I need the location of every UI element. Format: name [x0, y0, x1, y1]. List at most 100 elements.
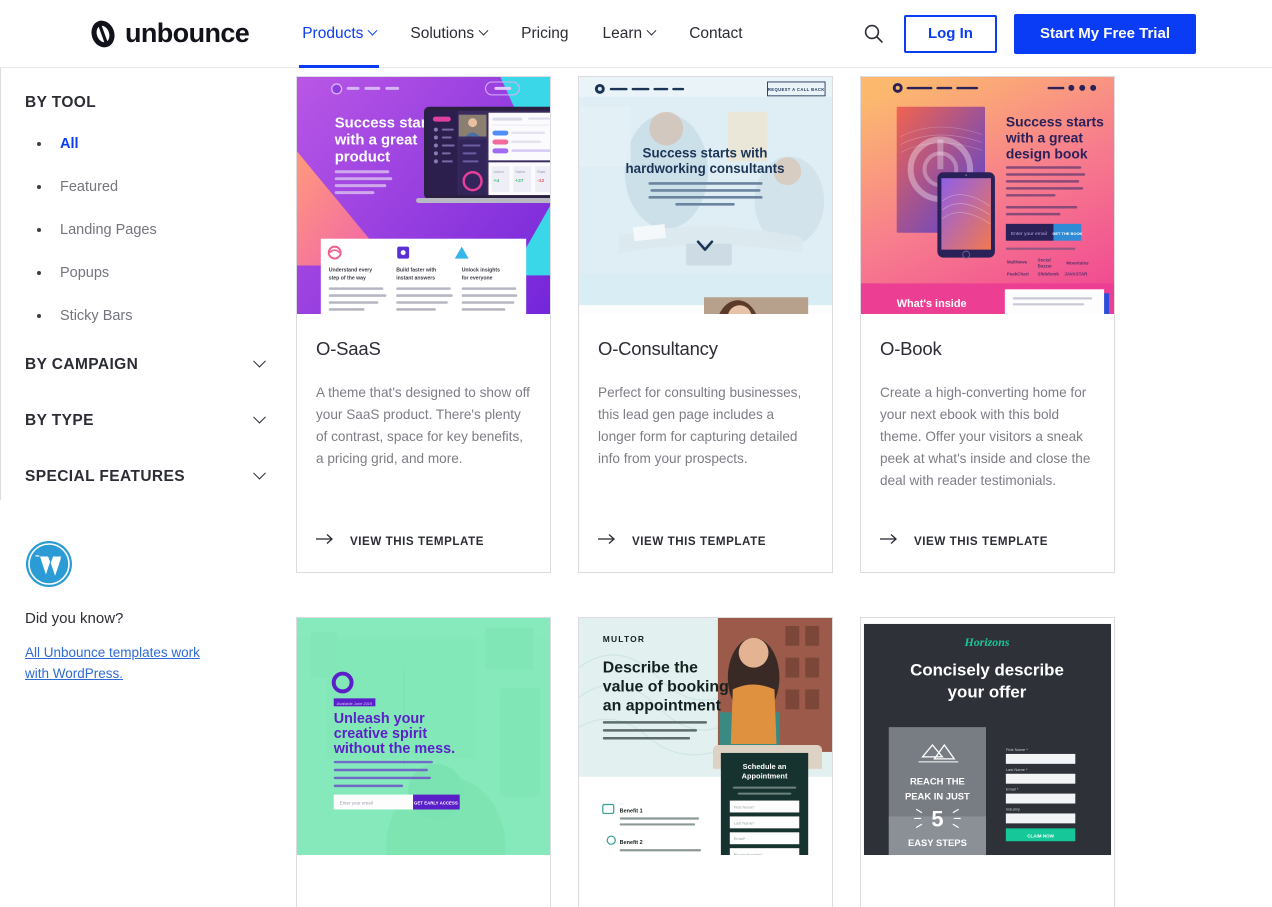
svg-text:your offer: your offer	[948, 682, 1027, 701]
filter-heading-by-tool: BY TOOL	[25, 94, 97, 111]
svg-text:REACH THE: REACH THE	[910, 776, 965, 787]
sidebar-item-popups[interactable]: Popups	[25, 265, 296, 281]
arrow-right-icon	[598, 532, 616, 550]
template-card[interactable]: Success starts with a great design book …	[860, 76, 1115, 573]
filter-group-label: BY CAMPAIGN	[25, 356, 139, 373]
nav-label: Solutions	[410, 24, 475, 42]
svg-text:Benefit 1: Benefit 1	[620, 808, 643, 814]
svg-text:Phone Number*: Phone Number*	[734, 852, 763, 855]
thumb-o-consultancy[interactable]: Success starts with hardworking consulta…	[579, 77, 832, 314]
svg-text:JAVASTAR: JAVASTAR	[1064, 271, 1088, 276]
nav-item-products[interactable]: Products	[285, 0, 393, 68]
thumb-o-saas[interactable]: Success starts with a great product User…	[297, 77, 550, 314]
svg-text:design book: design book	[1006, 145, 1088, 161]
thumb-horizons[interactable]: Horizons Concisely describe your offer R…	[861, 618, 1114, 855]
svg-text:Slidebook: Slidebook	[1038, 271, 1060, 276]
svg-text:First Name *: First Name *	[1006, 747, 1028, 752]
nav-item-solutions[interactable]: Solutions	[393, 0, 504, 68]
svg-text:Horizons: Horizons	[964, 635, 1010, 649]
svg-text:Schedule an: Schedule an	[743, 762, 787, 771]
wordpress-callout-title: Did you know?	[25, 610, 124, 627]
login-button[interactable]: Log In	[903, 14, 997, 53]
chevron-down-icon	[478, 25, 489, 36]
svg-text:PEAK IN JUST: PEAK IN JUST	[905, 791, 970, 802]
svg-text:with a great: with a great	[1005, 129, 1083, 145]
sidebar-divider	[0, 68, 1, 500]
card-body: O-Consultancy Perfect for consulting bus…	[579, 314, 832, 532]
svg-text:+4: +4	[493, 178, 499, 184]
nav-label: Learn	[602, 24, 643, 42]
template-card[interactable]: Success starts with a great product User…	[296, 76, 551, 573]
wordpress-logo-icon	[25, 540, 73, 588]
thumb-multor[interactable]: MULTOR Describe the value of booking an …	[579, 618, 832, 855]
header-actions: Log In Start My Free Trial	[861, 13, 1196, 54]
templates-grid: Success starts with a great product User…	[296, 68, 1115, 907]
svg-text:Success starts: Success starts	[1006, 114, 1104, 130]
svg-text:Bazzar: Bazzar	[1038, 263, 1053, 268]
main-nav: Products Solutions Pricing Learn Contact	[285, 0, 759, 68]
search-icon[interactable]	[861, 21, 887, 47]
template-description: A theme that's designed to show off your…	[316, 385, 530, 467]
template-description: Perfect for consulting businesses, this …	[598, 385, 802, 467]
view-template-link[interactable]: VIEW THIS TEMPLATE	[861, 532, 1114, 572]
svg-text:step of the way: step of the way	[329, 275, 366, 281]
sidebar-item-all[interactable]: All	[25, 136, 296, 152]
sidebar-item-sticky-bars[interactable]: Sticky Bars	[25, 308, 296, 324]
filter-group-by-campaign[interactable]: BY CAMPAIGN	[25, 354, 296, 374]
wordpress-link[interactable]: All Unbounce templates work with WordPre…	[25, 643, 215, 685]
template-title: O-Consultancy	[598, 338, 718, 359]
svg-text:instant answers: instant answers	[396, 275, 435, 281]
view-template-link[interactable]: VIEW THIS TEMPLATE	[297, 532, 550, 572]
svg-text:Describe the: Describe the	[603, 660, 698, 677]
view-template-link[interactable]: VIEW THIS TEMPLATE	[579, 532, 832, 572]
chevron-down-icon	[253, 410, 266, 424]
template-card[interactable]: MULTOR Describe the value of booking an …	[578, 617, 833, 907]
sidebar-item-featured[interactable]: Featured	[25, 179, 296, 195]
thumb-creative[interactable]: Available June 2019 Unleash your creativ…	[297, 618, 550, 855]
start-free-trial-button[interactable]: Start My Free Trial	[1013, 13, 1196, 54]
sidebar-item-landing-pages[interactable]: Landing Pages	[25, 222, 296, 238]
svg-text:creative spirit: creative spirit	[334, 726, 428, 742]
filter-group-by-type[interactable]: BY TYPE	[25, 410, 296, 430]
card-body: O-SaaS A theme that's designed to show o…	[297, 314, 550, 532]
chevron-down-icon	[646, 25, 657, 36]
svg-text:-12: -12	[537, 178, 544, 184]
svg-text:Enter your email: Enter your email	[1011, 231, 1047, 237]
svg-text:Last Name *: Last Name *	[1006, 767, 1028, 772]
nav-label: Contact	[689, 24, 743, 42]
svg-text:Mountains: Mountains	[1066, 261, 1089, 266]
svg-text:PeakChart: PeakChart	[1007, 271, 1030, 276]
svg-text:Understand every: Understand every	[329, 267, 373, 273]
templates-main: Success starts with a great product User…	[296, 68, 1115, 907]
template-card[interactable]: Horizons Concisely describe your offer R…	[860, 617, 1115, 907]
svg-text:What's inside: What's inside	[897, 298, 967, 310]
svg-text:Unleash your: Unleash your	[334, 711, 425, 727]
nav-label: Products	[302, 24, 364, 42]
svg-text:Email *: Email *	[1006, 787, 1019, 792]
svg-text:First Name*: First Name*	[734, 804, 755, 809]
template-title: O-SaaS	[316, 338, 381, 359]
svg-text:CLAIM NOW: CLAIM NOW	[1027, 833, 1054, 838]
logo[interactable]: unbounce	[88, 19, 250, 49]
template-description: Create a high-converting home for your n…	[880, 385, 1091, 489]
svg-text:GET THE BOOK: GET THE BOOK	[1052, 231, 1082, 236]
card-body: O-Book Create a high-converting home for…	[861, 314, 1114, 532]
svg-text:MailNews: MailNews	[1007, 260, 1028, 265]
arrow-right-icon	[880, 532, 898, 550]
svg-text:without the mess.: without the mess.	[333, 741, 455, 757]
filter-group-special-features[interactable]: SPECIAL FEATURES	[25, 466, 296, 486]
svg-text:Success starts with: Success starts with	[643, 145, 768, 160]
template-card[interactable]: Available June 2019 Unleash your creativ…	[296, 617, 551, 907]
svg-text:5: 5	[931, 806, 943, 831]
template-card[interactable]: Success starts with hardworking consulta…	[578, 76, 833, 573]
view-template-label: VIEW THIS TEMPLATE	[632, 534, 766, 548]
filter-group-label: SPECIAL FEATURES	[25, 468, 185, 485]
page-content: BY TOOL All Featured Landing Pages Popup…	[0, 68, 1272, 907]
svg-text:Rate: Rate	[537, 169, 546, 174]
thumb-o-book[interactable]: Success starts with a great design book …	[861, 77, 1114, 314]
nav-item-contact[interactable]: Contact	[672, 0, 759, 68]
svg-text:with a great: with a great	[334, 132, 418, 148]
nav-item-pricing[interactable]: Pricing	[504, 0, 585, 68]
wordpress-callout: Did you know? All Unbounce templates wor…	[25, 540, 296, 685]
nav-item-learn[interactable]: Learn	[586, 0, 673, 68]
